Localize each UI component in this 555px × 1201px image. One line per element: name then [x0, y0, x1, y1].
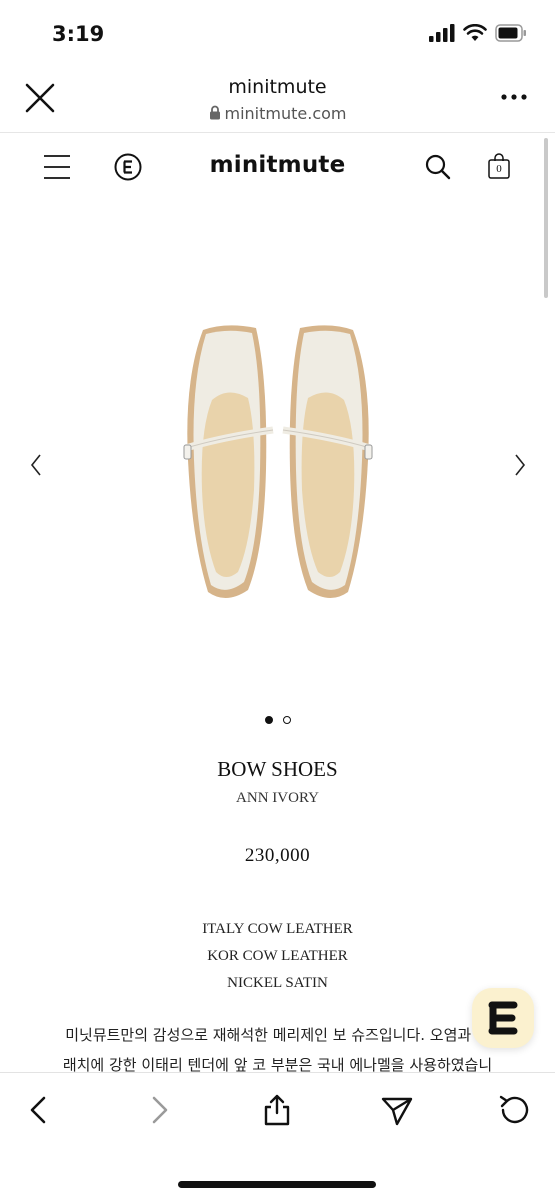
- page-scrollbar[interactable]: [544, 138, 548, 298]
- status-bar: 3:19: [0, 0, 555, 66]
- material-item: KOR COW LEATHER: [207, 948, 348, 964]
- site-url-text: minitmute.com: [224, 104, 347, 123]
- material-item: ITALY COW LEATHER: [202, 921, 353, 937]
- carousel-dot-1[interactable]: [264, 716, 273, 724]
- cart-count: 0: [496, 163, 502, 175]
- product-name: BOW SHOES: [217, 757, 338, 781]
- more-icon[interactable]: [499, 90, 529, 104]
- site-nav: minitmute 0: [0, 132, 555, 202]
- product-price: 230,000: [244, 845, 311, 866]
- send-icon[interactable]: [380, 1093, 414, 1127]
- material-item: NICKEL SATIN: [227, 975, 328, 991]
- right-shoe: [282, 325, 373, 599]
- reload-icon[interactable]: [498, 1093, 532, 1127]
- status-time: 3:19: [52, 22, 105, 46]
- carousel-dot-2[interactable]: [282, 716, 291, 724]
- search-icon[interactable]: [425, 154, 451, 180]
- site-url[interactable]: minitmute.com: [0, 104, 555, 123]
- status-icons: [429, 24, 527, 42]
- forward-icon[interactable]: [142, 1093, 176, 1127]
- battery-icon: [495, 24, 526, 42]
- cart-button[interactable]: 0: [487, 152, 511, 180]
- floating-e-button[interactable]: [472, 988, 534, 1048]
- home-indicator[interactable]: [178, 1181, 376, 1188]
- share-icon[interactable]: [260, 1093, 294, 1127]
- chevron-left-icon[interactable]: [26, 450, 46, 480]
- back-icon[interactable]: [22, 1093, 56, 1127]
- site-title: minitmute: [228, 76, 327, 98]
- left-shoe: [183, 325, 274, 599]
- e-badge-icon: [488, 1001, 518, 1035]
- chevron-right-icon[interactable]: [510, 450, 530, 480]
- lock-icon: [209, 105, 220, 120]
- brand-logo[interactable]: minitmute: [0, 152, 555, 178]
- carousel-dots: [0, 716, 555, 724]
- browser-header: minitmute minitmute.com: [0, 66, 555, 133]
- signal-icon: [429, 24, 455, 42]
- product-materials: ITALY COW LEATHER KOR COW LEATHER NICKEL…: [0, 916, 555, 997]
- product-image: [183, 325, 373, 599]
- wifi-icon: [463, 24, 487, 41]
- product-color: ANN IVORY: [236, 790, 319, 806]
- description-line: 래치에 강한 이태리 텐더에 앞 코 부분은 국내 에나멜을 사용하였습니: [62, 1056, 493, 1072]
